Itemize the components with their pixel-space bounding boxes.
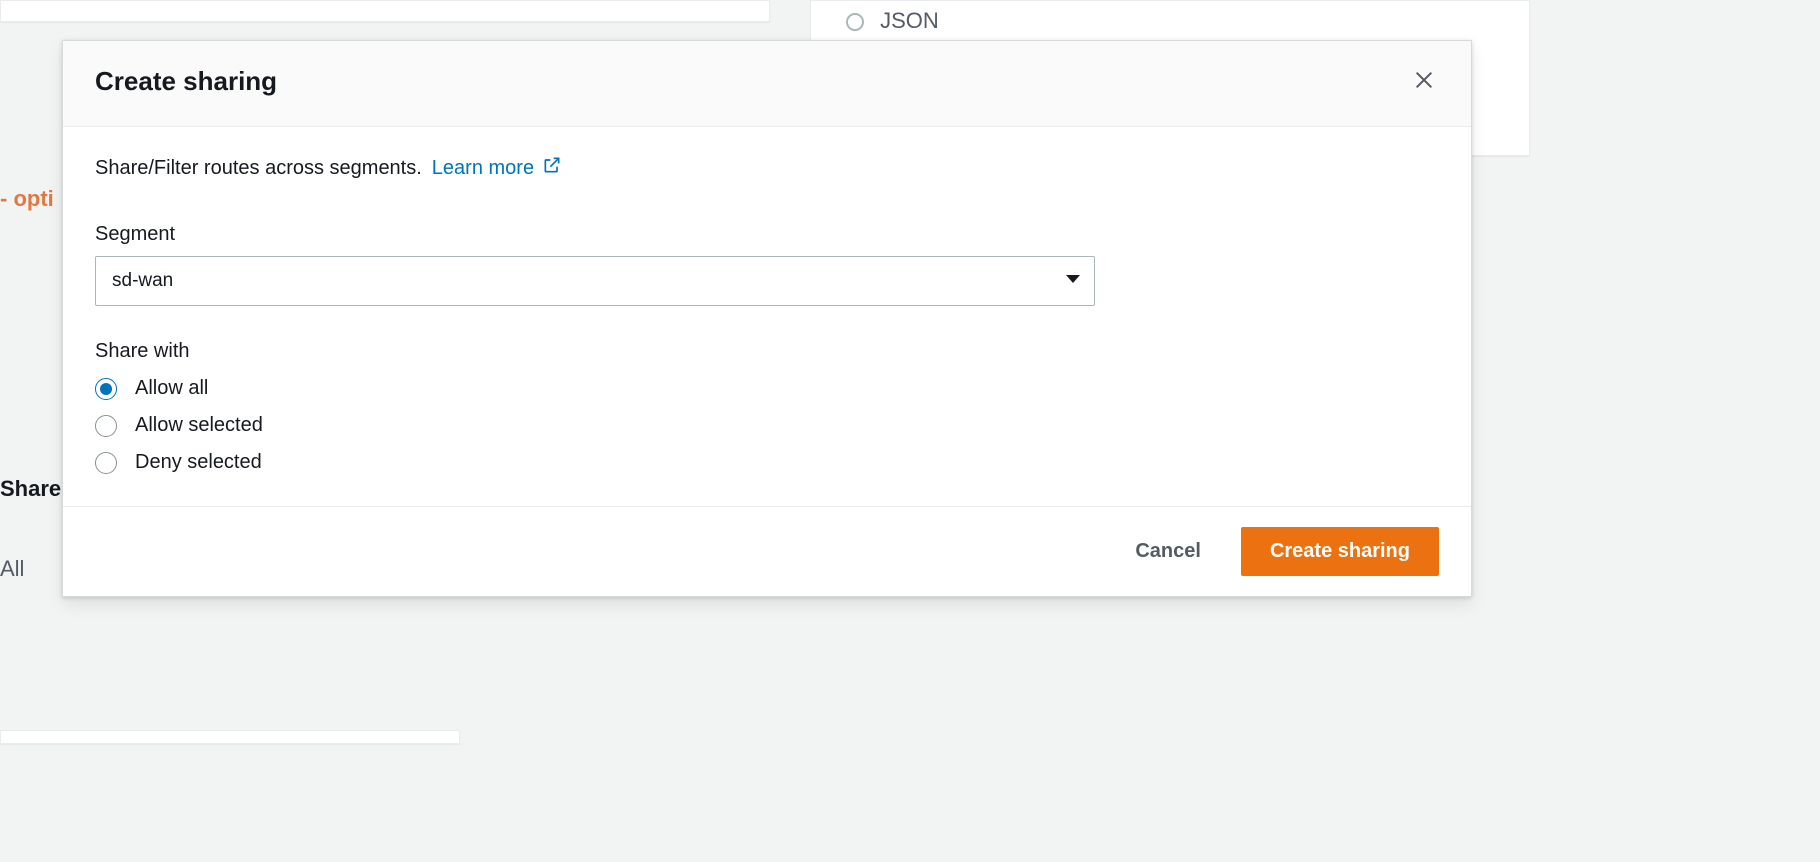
radio-icon xyxy=(95,378,117,400)
radio-label: Allow all xyxy=(135,377,208,400)
learn-more-label: Learn more xyxy=(432,157,534,180)
create-sharing-modal: Create sharing Share/Filter routes acros… xyxy=(62,40,1472,597)
segment-value: sd-wan xyxy=(112,270,173,292)
close-icon xyxy=(1413,69,1435,94)
segment-select[interactable]: sd-wan xyxy=(95,256,1095,306)
intro-text: Share/Filter routes across segments. xyxy=(95,157,422,180)
share-with-option-allow-all[interactable]: Allow all xyxy=(95,377,1439,400)
radio-label: Deny selected xyxy=(135,451,262,474)
radio-label: Allow selected xyxy=(135,414,263,437)
modal-footer: Cancel Create sharing xyxy=(63,506,1471,596)
external-link-icon xyxy=(542,155,562,181)
modal-intro: Share/Filter routes across segments. Lea… xyxy=(95,155,1439,181)
segment-field: Segment sd-wan xyxy=(95,223,1439,306)
share-with-option-allow-selected[interactable]: Allow selected xyxy=(95,414,1439,437)
cancel-button[interactable]: Cancel xyxy=(1129,530,1207,573)
radio-icon xyxy=(95,415,117,437)
modal-header: Create sharing xyxy=(63,41,1471,127)
segment-label: Segment xyxy=(95,223,1439,246)
share-with-label: Share with xyxy=(95,340,1439,363)
share-with-option-deny-selected[interactable]: Deny selected xyxy=(95,451,1439,474)
learn-more-link[interactable]: Learn more xyxy=(432,155,562,181)
modal-title: Create sharing xyxy=(95,66,277,97)
create-sharing-button[interactable]: Create sharing xyxy=(1241,527,1439,576)
radio-icon xyxy=(95,452,117,474)
modal-body: Share/Filter routes across segments. Lea… xyxy=(63,127,1471,506)
close-button[interactable] xyxy=(1409,65,1439,98)
share-with-group: Share with Allow all Allow selected Deny… xyxy=(95,340,1439,474)
